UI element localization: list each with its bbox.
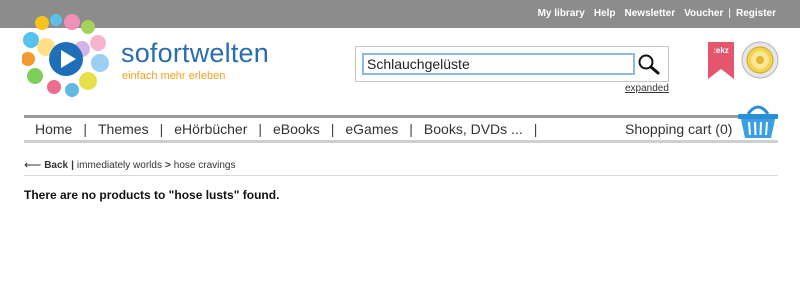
- nav-item-themes[interactable]: Themes: [98, 121, 149, 137]
- search-input[interactable]: [362, 53, 635, 75]
- nav-separator: |: [258, 121, 263, 137]
- content-divider: [24, 175, 778, 176]
- shopping-basket-icon[interactable]: [736, 100, 780, 140]
- top-links-separator: |: [728, 8, 731, 19]
- nav-separator: |: [409, 121, 413, 137]
- nav-item-ebooks[interactable]: eBooks: [273, 121, 320, 137]
- nav-separator: |: [83, 121, 87, 137]
- nav-separator: |: [159, 121, 164, 137]
- ekz-text: :ekz: [713, 46, 729, 55]
- nav-item-egames[interactable]: eGames: [345, 121, 398, 137]
- nav-top-line: [24, 115, 778, 118]
- breadcrumb-arrow: >: [164, 159, 171, 171]
- ekz-bookmark-icon[interactable]: :ekz: [708, 42, 734, 79]
- top-links: My library Help Newsletter Voucher | Reg…: [538, 8, 776, 19]
- brand-logo[interactable]: [22, 13, 112, 98]
- nav-item-ehoerbuecher[interactable]: eHörbücher: [174, 121, 247, 137]
- shopping-cart-link[interactable]: Shopping cart (0): [625, 121, 732, 137]
- nav-bottom-line: [24, 140, 778, 143]
- breadcrumb-item-immediately-worlds[interactable]: immediately worlds: [77, 160, 162, 171]
- trusted-shops-seal-icon[interactable]: [741, 41, 779, 79]
- nav-item-books-dvds[interactable]: Books, DVDs ...: [424, 121, 523, 137]
- help-link[interactable]: Help: [594, 8, 616, 19]
- breadcrumb: ⟵ Back | immediately worlds > hose cravi…: [24, 158, 236, 172]
- nav-separator: |: [533, 121, 538, 137]
- no-results-message: There are no products to "hose lusts" fo…: [24, 188, 280, 202]
- newsletter-link[interactable]: Newsletter: [625, 8, 676, 19]
- main-nav: Home | Themes | eHörbücher | eBooks | eG…: [35, 121, 548, 137]
- nav-item-home[interactable]: Home: [35, 121, 72, 137]
- back-arrow-icon[interactable]: ⟵: [24, 158, 41, 172]
- search-icon: [638, 54, 660, 75]
- expanded-search-link[interactable]: expanded: [625, 83, 669, 94]
- breadcrumb-separator: |: [71, 159, 74, 171]
- my-library-link[interactable]: My library: [538, 8, 585, 19]
- search-box: [355, 46, 669, 82]
- back-link[interactable]: Back: [44, 160, 68, 171]
- search-button[interactable]: [636, 52, 662, 76]
- top-bar: My library Help Newsletter Voucher | Reg…: [0, 0, 800, 28]
- register-link[interactable]: Register: [736, 8, 776, 19]
- brand-tagline: einfach mehr erleben: [122, 70, 226, 82]
- breadcrumb-item-hose-cravings: hose cravings: [173, 159, 236, 171]
- voucher-link[interactable]: Voucher: [684, 8, 723, 19]
- brand-name[interactable]: sofortwelten: [121, 38, 269, 69]
- nav-separator: |: [330, 121, 335, 137]
